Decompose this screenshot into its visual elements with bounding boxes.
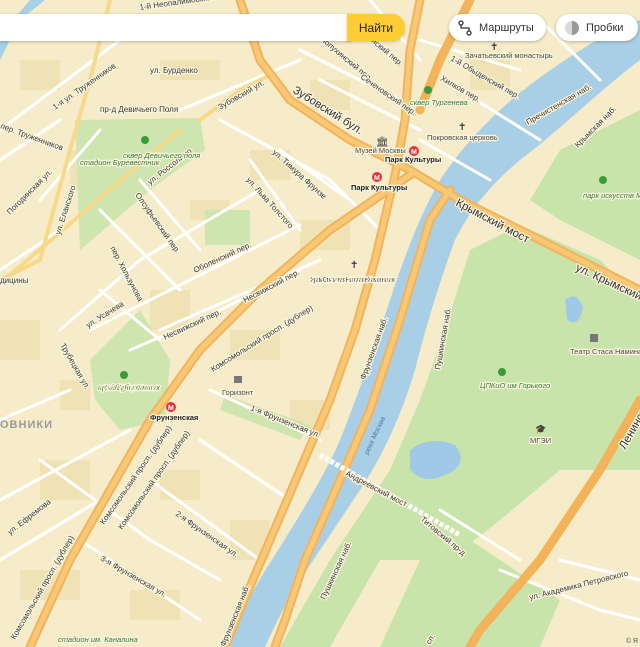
poi-stadion-kan: стадион им. Каналина — [58, 635, 138, 644]
svg-text:M: M — [168, 405, 174, 412]
map-canvas[interactable]: 1-й Неопалимовский пер. 1-я ул. Труженни… — [0, 0, 640, 647]
poi-zachat-label: Зачатьевский монастырь — [465, 51, 553, 60]
cross-icon: ✝ — [458, 122, 466, 133]
district-label: ОВНИКИ — [0, 419, 53, 431]
tree-icon — [599, 176, 607, 184]
traffic-button[interactable]: Пробки — [556, 14, 638, 41]
svg-text:M: M — [374, 175, 380, 182]
poi-skver-turg-label: сквер Тургенева — [410, 98, 468, 107]
poi-muzey-label: Музей Москвы — [355, 146, 406, 155]
park-small — [205, 210, 250, 245]
poi-hram-label: Храм Святителя Николая в Хамовниках — [310, 275, 395, 284]
graduation-icon: 🎓 — [535, 424, 546, 434]
search-bar: Найти — [0, 14, 405, 41]
poi-park-kult-2-label: Парк Культуры — [351, 183, 407, 192]
poi-teatr-label: Театр Стаса Намина — [570, 347, 640, 356]
label-burdenko: ул. Бурденко — [150, 66, 198, 75]
search-input[interactable] — [0, 14, 352, 41]
poi-mgei-label: МГЭИ — [530, 436, 551, 445]
poi-tspko-label: ЦПКиО им Горького — [480, 381, 550, 390]
theatre-icon — [590, 334, 598, 342]
tree-icon — [498, 368, 506, 376]
routes-icon — [458, 19, 472, 36]
traffic-label: Пробки — [586, 21, 624, 34]
cross-icon: ✝ — [350, 260, 358, 271]
poi-park-isk-label: парк искусств Музеон — [583, 191, 640, 200]
copyright: © Я — [625, 638, 638, 645]
routes-button[interactable]: Маршруты — [449, 14, 546, 41]
poi-frunz-metro-label: Фрунзенская — [150, 413, 198, 422]
tree-icon — [120, 371, 128, 379]
tree-icon — [424, 86, 432, 94]
tree-icon — [141, 136, 149, 144]
traffic-icon — [565, 20, 579, 35]
camera-icon — [234, 376, 242, 383]
poi-pokrov-label: Покровская церковь — [427, 133, 498, 142]
poi-gorizont-label: Горизонт — [222, 388, 254, 397]
search-button[interactable]: Найти — [347, 14, 405, 41]
poi-dicin: дицины — [0, 276, 29, 285]
poi-park-kult-1-label: Парк Культуры — [385, 155, 441, 164]
poi-park-trub-label: парк Усадьба Трубецких в Хамовниках — [98, 383, 160, 392]
label-devichye: пр-д Девичьего Поля — [100, 105, 178, 114]
poi-stadion-bur: стадион Буревестник — [80, 158, 160, 167]
routes-label: Маршруты — [479, 21, 534, 34]
